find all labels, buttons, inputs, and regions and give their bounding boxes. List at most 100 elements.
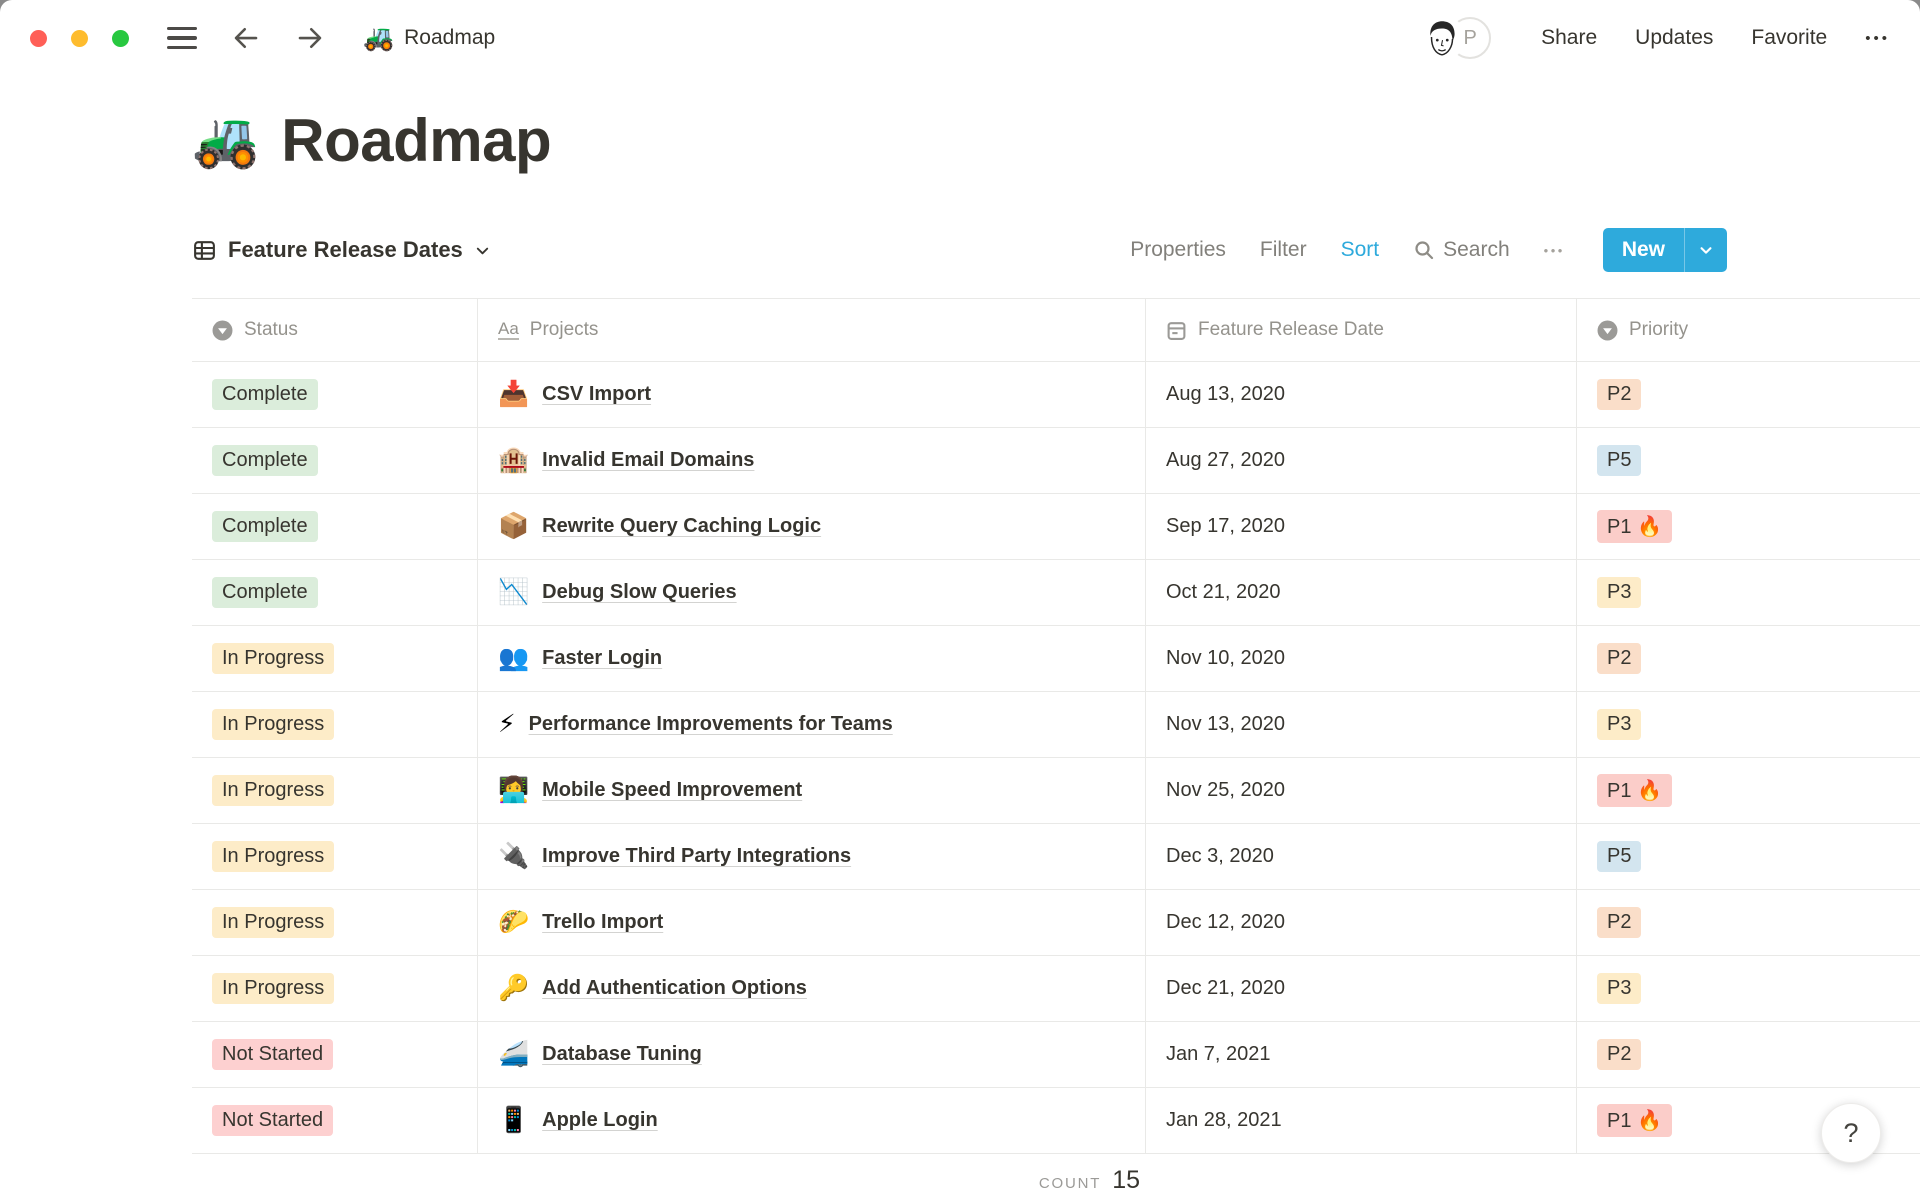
priority-badge[interactable]: P2: [1597, 643, 1642, 674]
help-button[interactable]: ?: [1821, 1103, 1881, 1163]
priority-cell[interactable]: P1 🔥: [1577, 758, 1920, 823]
priority-badge[interactable]: P1 🔥: [1597, 1104, 1672, 1137]
status-cell[interactable]: In Progress: [192, 626, 478, 691]
release-date-cell[interactable]: Nov 10, 2020: [1146, 626, 1577, 691]
priority-cell[interactable]: P2: [1577, 626, 1920, 691]
release-date-cell[interactable]: Aug 27, 2020: [1146, 428, 1577, 493]
column-header-status[interactable]: Status: [192, 299, 478, 361]
priority-badge[interactable]: P2: [1597, 379, 1642, 410]
favorite-button[interactable]: Favorite: [1751, 26, 1827, 50]
status-cell[interactable]: Not Started: [192, 1088, 478, 1153]
priority-badge[interactable]: P3: [1597, 577, 1642, 608]
sidebar-menu-icon[interactable]: [167, 26, 197, 50]
updates-button[interactable]: Updates: [1635, 26, 1713, 50]
priority-cell[interactable]: P5: [1577, 824, 1920, 889]
project-link[interactable]: Debug Slow Queries: [542, 581, 736, 604]
status-badge[interactable]: In Progress: [212, 775, 335, 806]
project-link[interactable]: Rewrite Query Caching Logic: [542, 515, 821, 538]
share-button[interactable]: Share: [1541, 26, 1597, 50]
release-date-cell[interactable]: Nov 25, 2020: [1146, 758, 1577, 823]
close-button[interactable]: [30, 29, 47, 47]
status-badge[interactable]: In Progress: [212, 907, 335, 938]
status-badge[interactable]: Complete: [212, 577, 318, 608]
view-switcher[interactable]: Feature Release Dates: [192, 237, 491, 263]
sort-button[interactable]: Sort: [1341, 238, 1380, 262]
status-cell[interactable]: In Progress: [192, 890, 478, 955]
page-title[interactable]: Roadmap: [281, 106, 551, 175]
status-cell[interactable]: Complete: [192, 494, 478, 559]
release-date-cell[interactable]: Dec 21, 2020: [1146, 956, 1577, 1021]
project-cell[interactable]: 🔑 Add Authentication Options: [478, 956, 1146, 1021]
count-value[interactable]: 15: [1112, 1166, 1140, 1195]
status-badge[interactable]: Complete: [212, 511, 318, 542]
priority-cell[interactable]: P2: [1577, 1022, 1920, 1087]
status-cell[interactable]: Complete: [192, 560, 478, 625]
user-avatar[interactable]: [1421, 17, 1464, 59]
collaborator-avatars[interactable]: P: [1421, 17, 1492, 59]
priority-badge[interactable]: P5: [1597, 445, 1642, 476]
status-badge[interactable]: Complete: [212, 445, 318, 476]
release-date-cell[interactable]: Aug 13, 2020: [1146, 362, 1577, 427]
status-badge[interactable]: Not Started: [212, 1105, 334, 1136]
priority-badge[interactable]: P3: [1597, 973, 1642, 1004]
status-cell[interactable]: Complete: [192, 428, 478, 493]
project-cell[interactable]: 👥 Faster Login: [478, 626, 1146, 691]
status-badge[interactable]: In Progress: [212, 643, 335, 674]
new-button[interactable]: New: [1603, 228, 1684, 272]
forward-button[interactable]: [295, 23, 325, 53]
properties-button[interactable]: Properties: [1130, 238, 1226, 262]
status-badge[interactable]: In Progress: [212, 709, 335, 740]
project-cell[interactable]: 👩‍💻 Mobile Speed Improvement: [478, 758, 1146, 823]
release-date-cell[interactable]: Sep 17, 2020: [1146, 494, 1577, 559]
search-button[interactable]: Search: [1413, 238, 1510, 262]
project-cell[interactable]: 📱 Apple Login: [478, 1088, 1146, 1153]
count-label[interactable]: COUNT: [1039, 1175, 1101, 1192]
page-icon-tractor[interactable]: 🚜: [192, 104, 259, 176]
project-link[interactable]: Add Authentication Options: [542, 977, 807, 1000]
status-badge[interactable]: Not Started: [212, 1039, 334, 1070]
project-link[interactable]: Improve Third Party Integrations: [542, 845, 851, 868]
release-date-cell[interactable]: Dec 12, 2020: [1146, 890, 1577, 955]
project-cell[interactable]: 🏨 Invalid Email Domains: [478, 428, 1146, 493]
priority-cell[interactable]: P1 🔥: [1577, 494, 1920, 559]
release-date-cell[interactable]: Nov 13, 2020: [1146, 692, 1577, 757]
status-cell[interactable]: In Progress: [192, 956, 478, 1021]
breadcrumb[interactable]: 🚜 Roadmap: [363, 24, 495, 53]
priority-badge[interactable]: P5: [1597, 841, 1642, 872]
view-more-icon[interactable]: •••: [1544, 243, 1565, 258]
project-link[interactable]: Faster Login: [542, 647, 662, 670]
priority-badge[interactable]: P2: [1597, 907, 1642, 938]
status-cell[interactable]: In Progress: [192, 692, 478, 757]
project-link[interactable]: Trello Import: [542, 911, 663, 934]
status-badge[interactable]: In Progress: [212, 973, 335, 1004]
filter-button[interactable]: Filter: [1260, 238, 1307, 262]
column-header-projects[interactable]: Aa Projects: [478, 299, 1146, 361]
project-cell[interactable]: 📥 CSV Import: [478, 362, 1146, 427]
priority-cell[interactable]: P3: [1577, 560, 1920, 625]
zoom-button[interactable]: [112, 29, 129, 47]
project-cell[interactable]: ⚡ Performance Improvements for Teams: [478, 692, 1146, 757]
more-options-icon[interactable]: •••: [1865, 30, 1890, 47]
new-dropdown-button[interactable]: [1685, 228, 1727, 272]
status-cell[interactable]: In Progress: [192, 758, 478, 823]
priority-badge[interactable]: P1 🔥: [1597, 774, 1672, 807]
status-cell[interactable]: In Progress: [192, 824, 478, 889]
priority-cell[interactable]: P3: [1577, 692, 1920, 757]
priority-badge[interactable]: P2: [1597, 1039, 1642, 1070]
column-header-priority[interactable]: Priority: [1577, 299, 1920, 361]
project-cell[interactable]: 🌮 Trello Import: [478, 890, 1146, 955]
status-cell[interactable]: Complete: [192, 362, 478, 427]
project-link[interactable]: Apple Login: [542, 1109, 658, 1132]
project-link[interactable]: Invalid Email Domains: [542, 449, 754, 472]
project-cell[interactable]: 🔌 Improve Third Party Integrations: [478, 824, 1146, 889]
project-link[interactable]: Database Tuning: [542, 1043, 702, 1066]
priority-cell[interactable]: P5: [1577, 428, 1920, 493]
release-date-cell[interactable]: Oct 21, 2020: [1146, 560, 1577, 625]
project-cell[interactable]: 📦 Rewrite Query Caching Logic: [478, 494, 1146, 559]
project-link[interactable]: CSV Import: [542, 383, 651, 406]
back-button[interactable]: [231, 23, 261, 53]
status-badge[interactable]: Complete: [212, 379, 318, 410]
release-date-cell[interactable]: Jan 28, 2021: [1146, 1088, 1577, 1153]
priority-badge[interactable]: P3: [1597, 709, 1642, 740]
status-cell[interactable]: Not Started: [192, 1022, 478, 1087]
